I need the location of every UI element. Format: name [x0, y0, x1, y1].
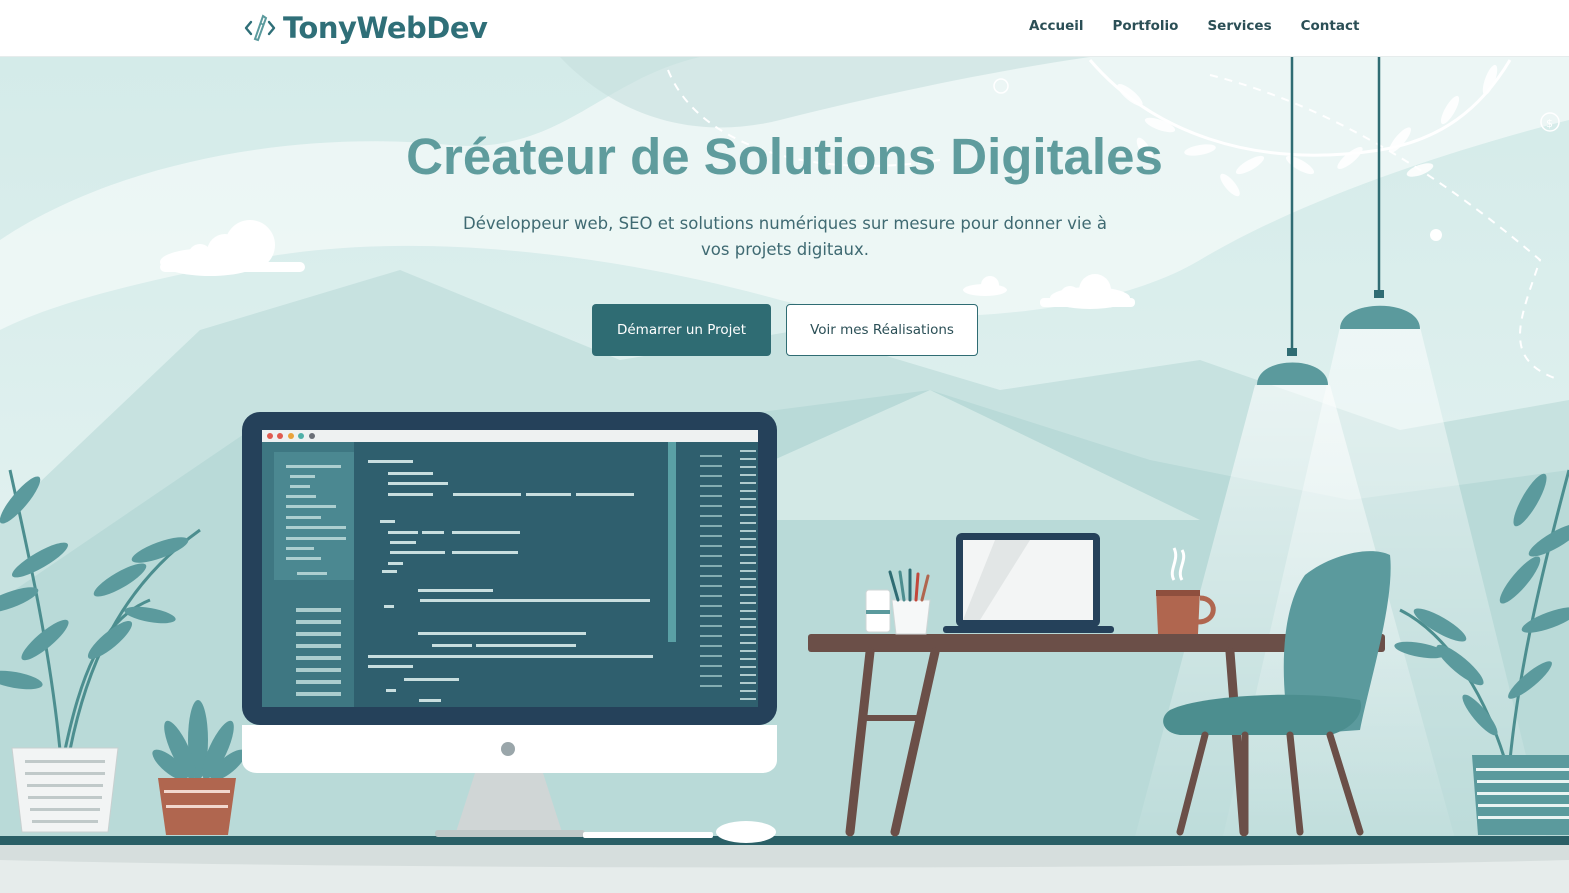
hero-title: Créateur de Solutions Digitales: [406, 128, 1163, 185]
start-project-button[interactable]: Démarrer un Projet: [592, 304, 771, 356]
main-nav: Accueil Portfolio Services Contact: [1029, 18, 1359, 34]
view-portfolio-button[interactable]: Voir mes Réalisations: [786, 304, 978, 356]
nav-link-portfolio[interactable]: Portfolio: [1112, 18, 1178, 34]
navbar: TonyWebDev Accueil Portfolio Services Co…: [0, 0, 1569, 57]
code-pen-icon: [244, 14, 276, 42]
hero-subtitle: Développeur web, SEO et solutions numéri…: [462, 214, 1107, 259]
hero-section: $ Créateur de Solutions Digitales Dévelo…: [0, 57, 1569, 893]
brand-logo[interactable]: TonyWebDev: [243, 8, 488, 48]
nav-link-accueil[interactable]: Accueil: [1029, 18, 1083, 34]
brand-name: TonyWebDev: [283, 11, 488, 45]
nav-link-contact[interactable]: Contact: [1301, 18, 1360, 34]
nav-link-services[interactable]: Services: [1207, 18, 1271, 34]
